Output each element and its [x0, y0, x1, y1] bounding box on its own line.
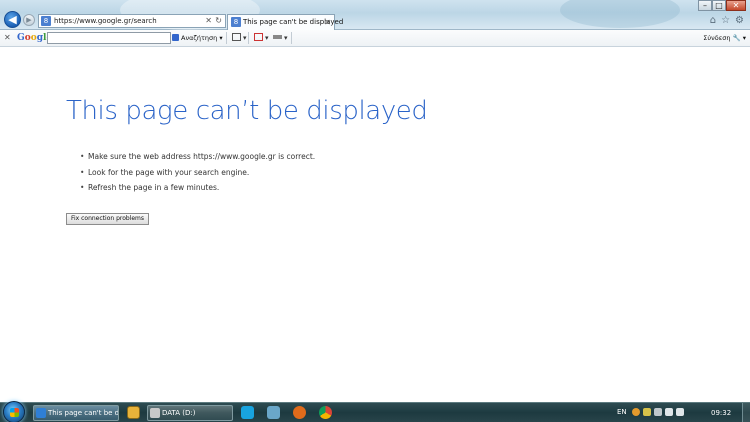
browser-frame: ◀ ▶ 8 https://www.google.gr/search ✕ ↻ 8… [0, 0, 750, 30]
autofill-icon [273, 35, 282, 39]
tab-close-icon[interactable]: ✕ [324, 16, 331, 29]
address-dropdown-icon[interactable]: ✕ [205, 15, 212, 27]
firefox-icon[interactable] [293, 406, 306, 419]
toolbar-search-input[interactable] [47, 32, 171, 44]
toolbar-divider [226, 32, 227, 44]
signin-button[interactable]: Σύνδεση 🔧 ▾ [703, 31, 746, 45]
system-tray [632, 408, 684, 416]
address-bar[interactable]: 8 https://www.google.gr/search ✕ ↻ [38, 14, 226, 28]
start-button[interactable] [3, 401, 25, 422]
taskbar-item-label: This page can't be di... [48, 409, 119, 417]
windows-logo-icon [10, 408, 19, 417]
taskbar-item-explorer[interactable]: DATA (D:) [147, 405, 233, 421]
language-indicator[interactable]: EN [617, 406, 627, 418]
show-desktop-button[interactable] [742, 403, 750, 422]
toolbar-divider [248, 32, 249, 44]
toolbar-close-icon[interactable]: ✕ [4, 32, 11, 44]
home-icon[interactable]: ⌂ [710, 15, 716, 27]
volume-icon[interactable] [676, 408, 684, 416]
list-item: Make sure the web address https://www.go… [80, 149, 315, 165]
toolbar-search-button[interactable]: Αναζήτηση ▾ [172, 31, 223, 45]
close-window-button[interactable]: ✕ [726, 0, 746, 11]
ie-icon [36, 408, 46, 418]
toolbar-divider [291, 32, 292, 44]
new-tab-button[interactable] [337, 15, 351, 29]
wrench-icon[interactable]: 🔧 [733, 34, 741, 42]
skype-icon[interactable] [241, 406, 254, 419]
forward-arrow-icon[interactable]: ▶ [23, 14, 35, 26]
chrome-icon[interactable] [319, 406, 332, 419]
taskbar-item-label: DATA (D:) [162, 409, 196, 417]
refresh-icon[interactable]: ↻ [215, 15, 222, 27]
google-favicon-icon: 8 [41, 16, 51, 26]
drive-icon [150, 408, 160, 418]
settings-gear-icon[interactable]: ⚙ [735, 15, 744, 27]
network-icon[interactable] [665, 408, 673, 416]
signin-label: Σύνδεση [703, 34, 731, 42]
list-item: Refresh the page in a few minutes. [80, 180, 315, 196]
taskbar: This page can't be di... DATA (D:) EN 09… [0, 401, 750, 422]
logo-letter: G [17, 33, 25, 43]
google-favicon-icon: 8 [231, 17, 241, 27]
toolbar-popup-blocker[interactable]: ▾ [254, 33, 269, 43]
taskbar-item-browser[interactable]: This page can't be di... [33, 405, 119, 421]
fix-connection-button[interactable]: Fix connection problems [66, 213, 149, 225]
people-icon[interactable] [267, 406, 280, 419]
search-icon [172, 34, 179, 41]
page-title: This page can’t be displayed [66, 96, 428, 126]
power-icon[interactable] [654, 408, 662, 416]
window-controls: – □ ✕ [698, 0, 746, 12]
page-icon [232, 33, 241, 41]
favorites-star-icon[interactable]: ☆ [721, 15, 730, 27]
tab-active[interactable]: 8 This page can't be displayed ✕ [227, 14, 343, 30]
tray-app-icon[interactable] [632, 408, 640, 416]
suggestion-list: Make sure the web address https://www.go… [80, 149, 315, 196]
google-toolbar: ✕ Google Αναζήτηση ▾ ▾ ▾ ▾ Σύνδεση 🔧 ▾ [0, 30, 750, 47]
maximize-button[interactable]: □ [712, 0, 726, 11]
back-arrow-icon[interactable]: ◀ [4, 11, 21, 28]
tray-app-icon[interactable] [643, 408, 651, 416]
minimize-button[interactable]: – [698, 0, 712, 11]
toolbar-search-label: Αναζήτηση [181, 34, 218, 42]
browser-command-icons: ⌂ ☆ ⚙ [710, 15, 744, 27]
list-item: Look for the page with your search engin… [80, 165, 315, 181]
toolbar-autofill[interactable]: ▾ [273, 33, 288, 43]
popup-blocker-icon [254, 33, 263, 41]
clock[interactable]: 09:32 [711, 407, 731, 419]
media-player-icon[interactable] [127, 406, 140, 419]
toolbar-pages-tool[interactable]: ▾ [232, 33, 247, 43]
address-url[interactable]: https://www.google.gr/search [54, 15, 157, 27]
frame-glare [560, 0, 680, 28]
